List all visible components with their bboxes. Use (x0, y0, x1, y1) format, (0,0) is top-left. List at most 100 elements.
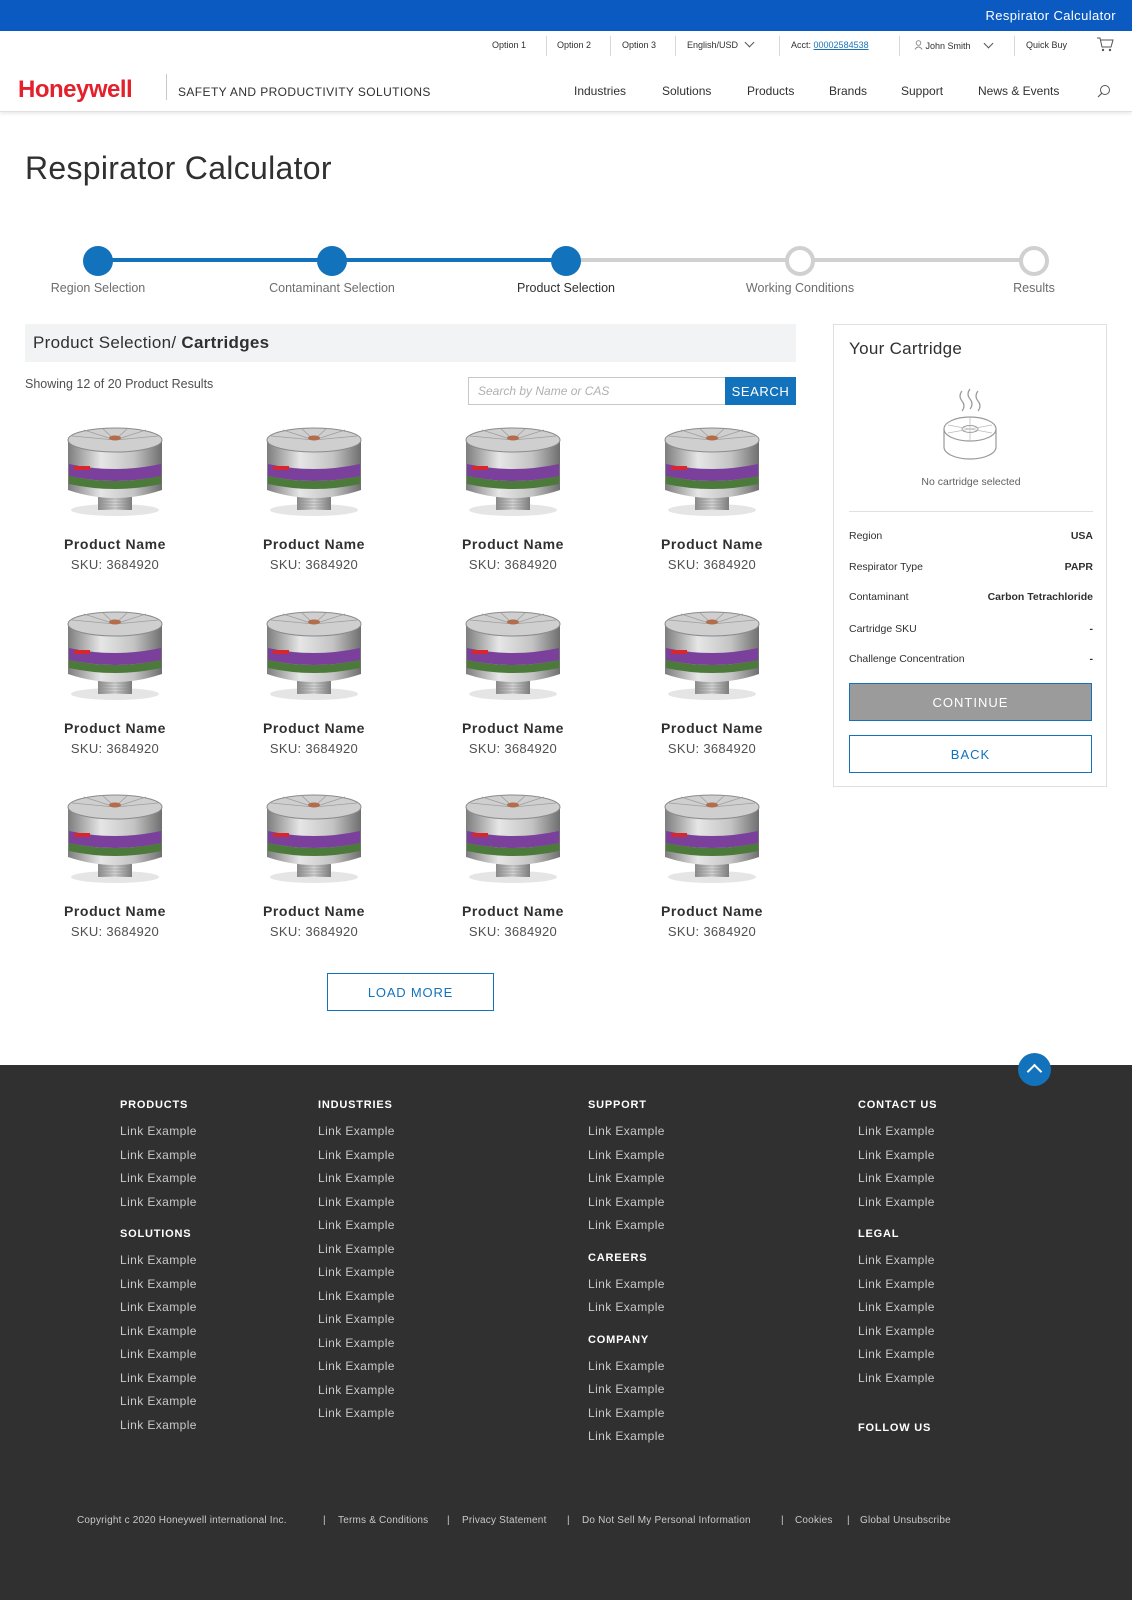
product-card[interactable]: Product Name SKU: 3684920 (224, 602, 404, 762)
footer-link[interactable]: Link Example (318, 1242, 395, 1256)
nav-news-events[interactable]: News & Events (978, 84, 1059, 98)
nav-industries[interactable]: Industries (574, 84, 626, 98)
footer-link[interactable]: Link Example (588, 1218, 665, 1232)
footer-link[interactable]: Link Example (588, 1124, 665, 1138)
footer-link[interactable]: Link Example (588, 1300, 665, 1314)
product-card[interactable]: Product Name SKU: 3684920 (622, 785, 802, 945)
footer-link[interactable]: Link Example (858, 1371, 935, 1385)
footer-link[interactable]: Link Example (858, 1277, 935, 1291)
footer-link[interactable]: Link Example (318, 1289, 395, 1303)
footer-link[interactable]: Link Example (588, 1382, 665, 1396)
legal-link[interactable]: Global Unsubscribe (860, 1515, 951, 1526)
footer-link[interactable]: Link Example (318, 1265, 395, 1279)
footer-link[interactable]: Link Example (318, 1336, 395, 1350)
product-name[interactable]: Product Name (423, 720, 603, 736)
product-search-input[interactable] (468, 377, 726, 405)
footer-link[interactable]: Link Example (858, 1300, 935, 1314)
product-name[interactable]: Product Name (423, 903, 603, 919)
legal-link[interactable]: Privacy Statement (462, 1515, 547, 1526)
footer-link[interactable]: Link Example (858, 1195, 935, 1209)
legal-link[interactable]: Cookies (795, 1515, 833, 1526)
cart-button[interactable] (1096, 37, 1114, 54)
footer-link[interactable]: Link Example (588, 1171, 665, 1185)
footer-link[interactable]: Link Example (318, 1383, 395, 1397)
product-name[interactable]: Product Name (25, 903, 205, 919)
step-label-contaminant[interactable]: Contaminant Selection (269, 281, 395, 295)
product-name[interactable]: Product Name (622, 903, 802, 919)
product-name[interactable]: Product Name (224, 720, 404, 736)
product-card[interactable]: Product Name SKU: 3684920 (25, 785, 205, 945)
footer-link[interactable]: Link Example (858, 1324, 935, 1338)
nav-support[interactable]: Support (901, 84, 943, 98)
footer-link[interactable]: Link Example (318, 1124, 395, 1138)
footer-link[interactable]: Link Example (858, 1124, 935, 1138)
footer-link[interactable]: Link Example (318, 1406, 395, 1420)
product-card[interactable]: Product Name SKU: 3684920 (25, 602, 205, 762)
language-selector[interactable]: English/USD (687, 37, 755, 50)
legal-link[interactable]: Do Not Sell My Personal Information (582, 1515, 751, 1526)
product-name[interactable]: Product Name (423, 536, 603, 552)
header-search-button[interactable] (1097, 84, 1111, 103)
user-menu[interactable]: John Smith (914, 38, 993, 51)
footer-link[interactable]: Link Example (588, 1429, 665, 1443)
nav-brands[interactable]: Brands (829, 84, 867, 98)
product-card[interactable]: Product Name SKU: 3684920 (224, 785, 404, 945)
footer-link[interactable]: Link Example (120, 1277, 197, 1291)
continue-button[interactable]: CONTINUE (849, 683, 1092, 721)
product-name[interactable]: Product Name (622, 536, 802, 552)
footer-link[interactable]: Link Example (120, 1300, 197, 1314)
quick-buy-link[interactable]: Quick Buy (1026, 40, 1067, 50)
product-name[interactable]: Product Name (224, 536, 404, 552)
footer-link[interactable]: Link Example (318, 1218, 395, 1232)
nav-products[interactable]: Products (747, 84, 794, 98)
footer-link[interactable]: Link Example (120, 1418, 197, 1432)
nav-solutions[interactable]: Solutions (662, 84, 711, 98)
footer-link[interactable]: Link Example (318, 1148, 395, 1162)
footer-link[interactable]: Link Example (120, 1148, 197, 1162)
footer-link[interactable]: Link Example (858, 1171, 935, 1185)
product-card[interactable]: Product Name SKU: 3684920 (622, 602, 802, 762)
step-label-region[interactable]: Region Selection (51, 281, 146, 295)
product-card[interactable]: Product Name SKU: 3684920 (423, 602, 603, 762)
honeywell-logo[interactable]: Honeywell (18, 76, 133, 104)
footer-link[interactable]: Link Example (588, 1359, 665, 1373)
footer-link[interactable]: Link Example (318, 1171, 395, 1185)
footer-link[interactable]: Link Example (318, 1195, 395, 1209)
product-card[interactable]: Product Name SKU: 3684920 (622, 418, 802, 578)
load-more-button[interactable]: LOAD MORE (327, 973, 494, 1011)
product-card[interactable]: Product Name SKU: 3684920 (423, 785, 603, 945)
product-card[interactable]: Product Name SKU: 3684920 (224, 418, 404, 578)
back-to-top-button[interactable] (1018, 1053, 1051, 1086)
footer-link[interactable]: Link Example (318, 1312, 395, 1326)
back-button[interactable]: BACK (849, 735, 1092, 773)
footer-link[interactable]: Link Example (120, 1394, 197, 1408)
utility-option-1[interactable]: Option 1 (492, 40, 526, 50)
product-card[interactable]: Product Name SKU: 3684920 (423, 418, 603, 578)
footer-link[interactable]: Link Example (588, 1148, 665, 1162)
footer-link[interactable]: Link Example (858, 1347, 935, 1361)
footer-link[interactable]: Link Example (588, 1406, 665, 1420)
footer-link[interactable]: Link Example (120, 1371, 197, 1385)
footer-link[interactable]: Link Example (120, 1195, 197, 1209)
footer-link[interactable]: Link Example (588, 1277, 665, 1291)
product-name[interactable]: Product Name (224, 903, 404, 919)
footer-link[interactable]: Link Example (120, 1347, 197, 1361)
product-name[interactable]: Product Name (25, 536, 205, 552)
footer-link[interactable]: Link Example (858, 1148, 935, 1162)
footer-link[interactable]: Link Example (858, 1253, 935, 1267)
cart-icon (1097, 37, 1114, 52)
legal-link[interactable]: Terms & Conditions (338, 1515, 428, 1526)
footer-link[interactable]: Link Example (120, 1171, 197, 1185)
product-card[interactable]: Product Name SKU: 3684920 (25, 418, 205, 578)
footer-link[interactable]: Link Example (318, 1359, 395, 1373)
footer-link[interactable]: Link Example (120, 1324, 197, 1338)
search-button[interactable]: SEARCH (725, 377, 796, 405)
product-name[interactable]: Product Name (25, 720, 205, 736)
utility-option-2[interactable]: Option 2 (557, 40, 591, 50)
utility-option-3[interactable]: Option 3 (622, 40, 656, 50)
footer-link[interactable]: Link Example (120, 1124, 197, 1138)
footer-link[interactable]: Link Example (120, 1253, 197, 1267)
product-name[interactable]: Product Name (622, 720, 802, 736)
account-number-link[interactable]: 00002584538 (814, 40, 869, 50)
footer-link[interactable]: Link Example (588, 1195, 665, 1209)
